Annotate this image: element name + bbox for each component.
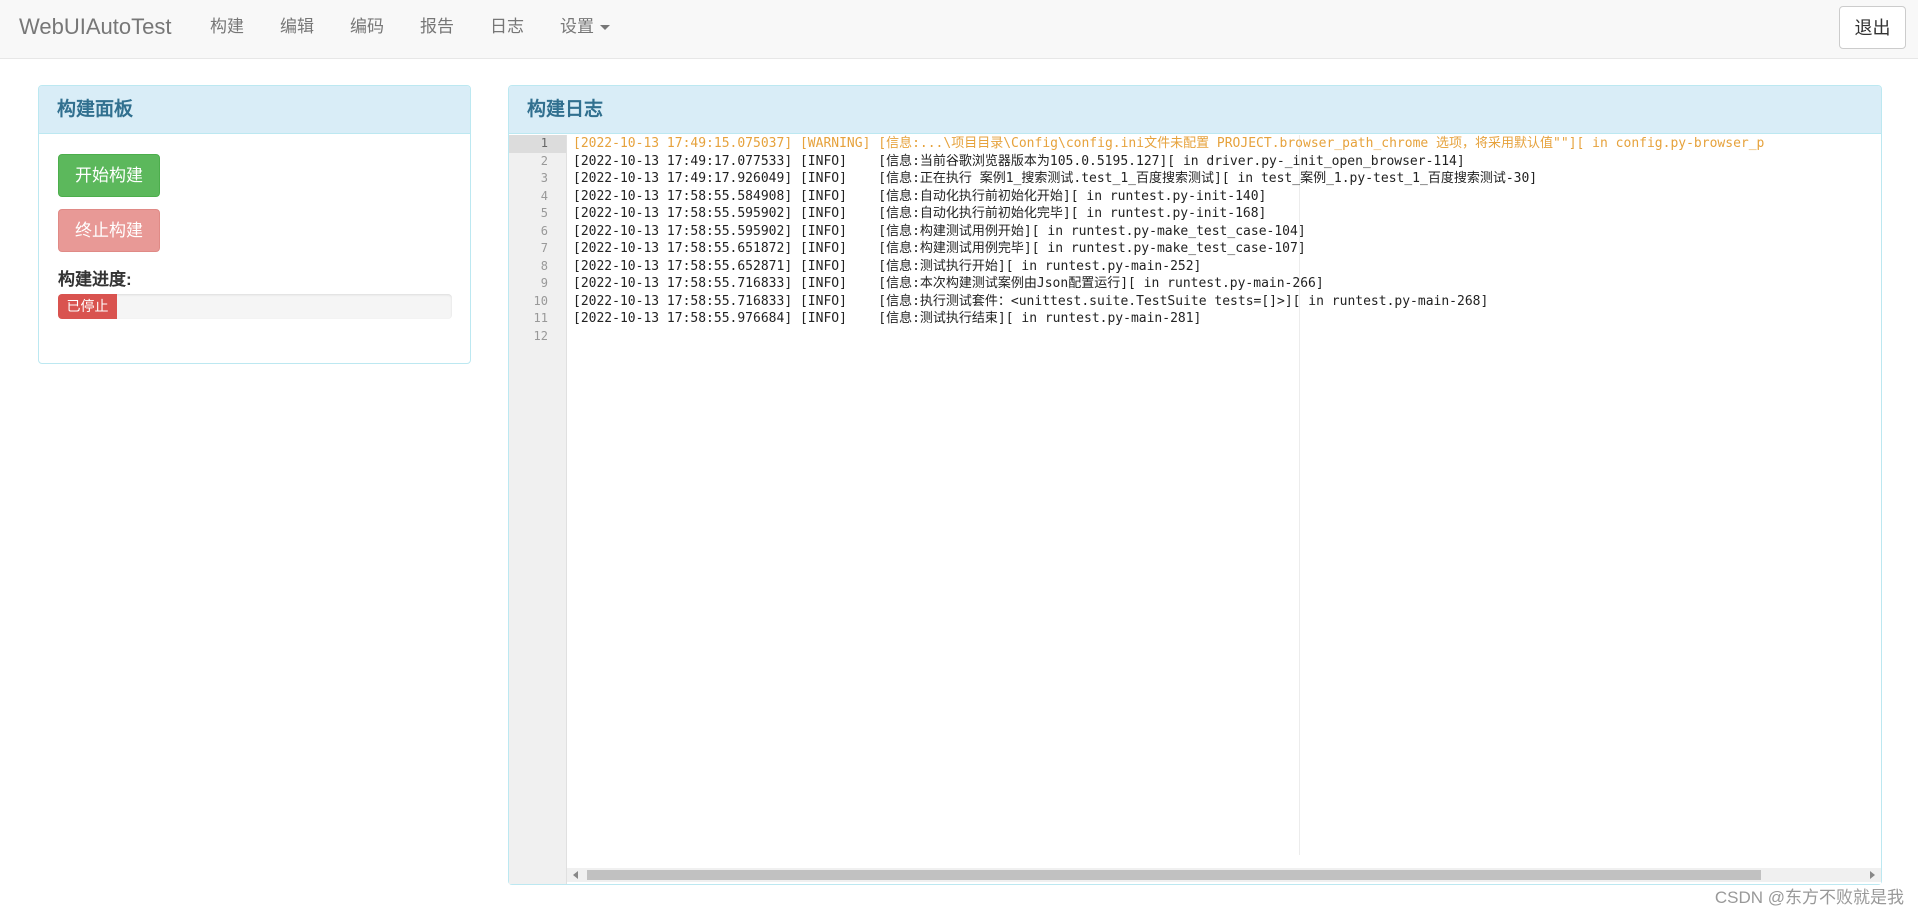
caret-down-icon	[600, 25, 610, 31]
line-number: 6	[540, 223, 548, 238]
line-number: 3	[540, 171, 548, 185]
scrollbar-thumb[interactable]	[587, 870, 1761, 880]
line-number: 1	[509, 135, 566, 153]
log-line: [2022-10-13 17:49:17.926049] [INFO] [信息:…	[573, 171, 1538, 186]
log-line: [2022-10-13 17:58:55.595902] [INFO] [信息:…	[573, 206, 1267, 221]
start-build-button[interactable]: 开始构建	[58, 154, 160, 197]
line-number: 9	[540, 276, 548, 290]
log-line: [2022-10-13 17:58:55.976684] [INFO] [信息:…	[573, 311, 1202, 326]
log-content[interactable]: [2022-10-13 17:49:15.075037] [WARNING] […	[573, 135, 1881, 855]
log-line: [2022-10-13 17:49:17.077533] [INFO] [信息:…	[573, 153, 1465, 169]
line-number: 7	[540, 241, 548, 255]
log-line: [2022-10-13 17:58:55.716833] [INFO] [信息:…	[573, 276, 1324, 291]
log-line: [2022-10-13 17:58:55.716833] [INFO] [信息:…	[573, 293, 1489, 309]
line-number: 5	[540, 206, 548, 220]
line-number: 12	[533, 328, 548, 343]
nav-menu: 构建 编辑 编码 报告 日志 设置	[192, 0, 628, 58]
line-number: 10	[533, 293, 548, 308]
nav-item-settings-label: 设置	[560, 17, 594, 36]
build-progress-fill: 已停止	[58, 294, 118, 319]
line-number: 2	[540, 153, 548, 168]
log-line: [2022-10-13 17:58:55.584908] [INFO] [信息:…	[573, 188, 1267, 204]
line-number: 11	[533, 311, 548, 325]
log-line: [2022-10-13 17:58:55.651872] [INFO] [信息:…	[573, 241, 1306, 256]
line-number: 4	[540, 188, 548, 203]
log-editor[interactable]: 1 2 3 4 5 6 7 8 9 10 11 12 [2022-10-13 17:49:15.075…	[509, 135, 1881, 884]
nav-item-build[interactable]: 构建	[192, 0, 262, 58]
watermark: CSDN @东方不败就是我	[1714, 888, 1904, 907]
stop-build-button[interactable]: 终止构建	[58, 209, 160, 252]
log-line: [2022-10-13 17:58:55.595902] [INFO] [信息:…	[573, 223, 1306, 239]
log-line: [2022-10-13 17:49:15.075037] [WARNING] […	[573, 136, 1765, 151]
top-navbar: WebUIAutoTest 构建 编辑 编码 报告 日志 设置 退出	[0, 0, 1918, 59]
build-panel: 构建面板 开始构建 终止构建 构建进度: 已停止	[38, 85, 471, 364]
nav-item-edit[interactable]: 编辑	[262, 0, 332, 58]
line-number-gutter: 1 2 3 4 5 6 7 8 9 10 11 12	[509, 135, 567, 884]
line-number: 8	[540, 258, 548, 273]
build-log-title: 构建日志	[509, 86, 1881, 134]
scroll-left-icon[interactable]	[573, 871, 578, 879]
logout-button[interactable]: 退出	[1839, 6, 1906, 49]
nav-item-log[interactable]: 日志	[472, 0, 542, 58]
build-log-panel: 构建日志 1 2 3 4 5 6 7 8 9 10 11 12 [2022-10-13 17:49:1…	[508, 85, 1882, 885]
scroll-right-icon[interactable]	[1870, 871, 1875, 879]
nav-item-settings[interactable]: 设置	[542, 0, 628, 58]
nav-item-report[interactable]: 报告	[402, 0, 472, 58]
nav-item-code[interactable]: 编码	[332, 0, 402, 58]
horizontal-scrollbar[interactable]	[567, 868, 1881, 882]
build-progress-bar: 已停止	[58, 294, 452, 319]
build-panel-title: 构建面板	[39, 86, 470, 134]
log-line: [2022-10-13 17:58:55.652871] [INFO] [信息:…	[573, 258, 1202, 274]
build-progress-label: 构建进度:	[58, 270, 132, 289]
brand-logo[interactable]: WebUIAutoTest	[19, 14, 171, 40]
